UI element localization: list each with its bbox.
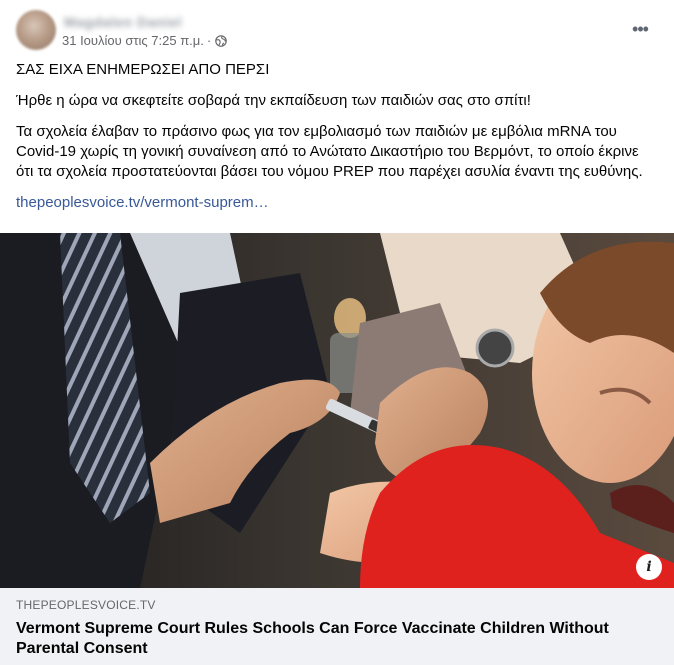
more-horizontal-icon: ••• (632, 19, 649, 39)
meta-separator: · (206, 33, 212, 48)
post-timestamp[interactable]: 31 Ιουλίου στις 7:25 π.μ. (62, 33, 204, 48)
post-text: ΣΑΣ ΕΙΧΑ ΕΝΗΜΕΡΩΣΕΙ ΑΠΟ ΠΕΡΣΙ Ήρθε η ώρα… (16, 60, 658, 224)
info-icon: i (646, 559, 652, 575)
post-link[interactable]: thepeoplesvoice.tv/vermont-suprem… (16, 194, 269, 211)
post-meta: 31 Ιουλίου στις 7:25 π.μ. · (62, 33, 228, 48)
link-domain: THEPEOPLESVOICE.TV (16, 598, 156, 612)
globe-icon[interactable] (215, 34, 228, 47)
avatar[interactable] (16, 10, 56, 50)
link-preview-image[interactable]: i (0, 233, 674, 588)
link-headline: Vermont Supreme Court Rules Schools Can … (16, 620, 609, 657)
more-options-button[interactable]: ••• (622, 14, 658, 44)
post-paragraph-1: ΣΑΣ ΕΙΧΑ ΕΝΗΜΕΡΩΣΕΙ ΑΠΟ ΠΕΡΣΙ (16, 61, 270, 78)
post-header: Magdalen Daniel 31 Ιουλίου στις 7:25 π.μ… (16, 10, 658, 52)
link-preview-card[interactable]: THEPEOPLESVOICE.TV Vermont Supreme Court… (0, 588, 674, 665)
facebook-post: Magdalen Daniel 31 Ιουλίου στις 7:25 π.μ… (0, 0, 674, 665)
vaccination-photo (0, 233, 674, 588)
post-paragraph-3: Τα σχολεία έλαβαν το πράσινο φως για τον… (16, 123, 643, 180)
author-name[interactable]: Magdalen Daniel (64, 14, 182, 30)
info-button[interactable]: i (636, 554, 662, 580)
post-paragraph-2: Ήρθε η ώρα να σκεφτείτε σοβαρά την εκπαί… (16, 92, 531, 109)
